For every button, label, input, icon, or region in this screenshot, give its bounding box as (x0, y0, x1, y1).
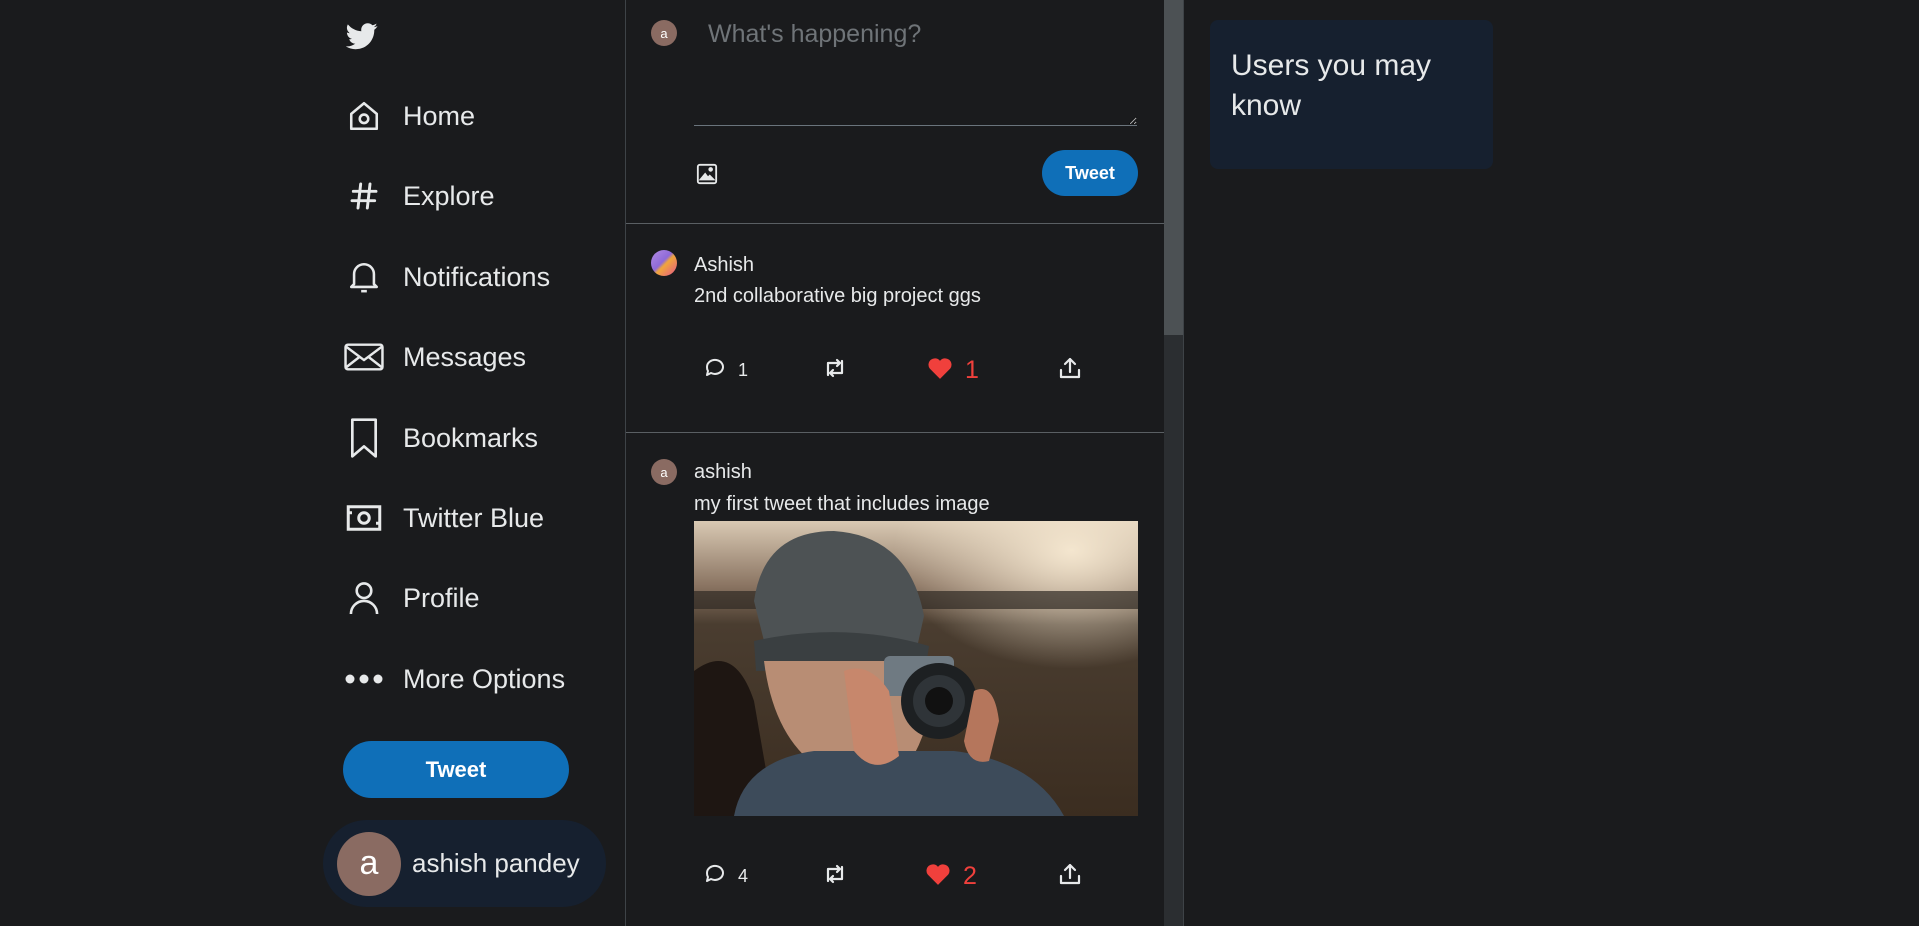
like-button[interactable]: 1 (927, 355, 979, 385)
avatar (651, 250, 677, 276)
share-button[interactable] (1058, 355, 1082, 385)
tweet-actions: 1 1 (694, 355, 1137, 385)
hashtag-icon (344, 176, 384, 216)
main-feed: a Tweet Ashish 2nd collaborative big pro… (625, 0, 1166, 926)
reply-button[interactable]: 1 (704, 355, 748, 385)
sidebar: Home Explore Notifications Messages Book… (320, 0, 620, 926)
share-button[interactable] (1058, 861, 1082, 891)
sidebar-item-twitter-blue[interactable]: Twitter Blue (344, 490, 544, 546)
compose-box: a Tweet (626, 0, 1165, 224)
retweet-button[interactable] (822, 355, 848, 385)
tweet[interactable]: Ashish 2nd collaborative big project ggs… (626, 224, 1165, 433)
avatar: a (337, 831, 401, 896)
avatar: a (651, 459, 677, 485)
tweet-author[interactable]: Ashish (694, 254, 754, 277)
sidebar-item-label: Profile (403, 582, 480, 613)
sidebar-item-home[interactable]: Home (344, 88, 475, 144)
compose-tweet-button[interactable]: Tweet (1042, 150, 1138, 196)
home-icon (344, 96, 384, 136)
share-icon (1058, 862, 1082, 891)
sidebar-item-label: More Options (403, 663, 566, 694)
reply-count: 1 (738, 359, 749, 380)
retweet-icon (822, 356, 848, 385)
twitter-bird-icon[interactable] (345, 20, 378, 52)
sidebar-item-label: Explore (403, 180, 495, 211)
feed-scrollbar[interactable] (1164, 0, 1184, 926)
sidebar-item-messages[interactable]: Messages (344, 329, 526, 385)
tweet[interactable]: a ashish my first tweet that includes im… (626, 433, 1165, 926)
tweet-actions: 4 2 (694, 861, 1137, 891)
sidebar-item-label: Messages (403, 341, 527, 372)
sidebar-item-label: Home (403, 100, 476, 131)
scrollbar-thumb[interactable] (1164, 0, 1184, 335)
comment-icon (704, 862, 728, 891)
tweet-text: 2nd collaborative big project ggs (694, 285, 981, 307)
sidebar-item-explore[interactable]: Explore (344, 168, 495, 224)
sidebar-item-label: Twitter Blue (403, 502, 545, 533)
sidebar-item-profile[interactable]: Profile (344, 570, 480, 626)
image-upload-icon[interactable] (694, 161, 720, 187)
reply-count: 4 (738, 865, 749, 886)
sidebar-item-more-options[interactable]: More Options (344, 651, 565, 707)
account-name: ashish pandey (412, 848, 580, 878)
like-count: 2 (963, 861, 977, 890)
account-switcher[interactable]: a ashish pandey (323, 820, 606, 907)
envelope-icon (344, 337, 384, 377)
users-you-may-know-panel: Users you may know (1210, 20, 1493, 169)
like-button[interactable]: 2 (925, 861, 977, 891)
panel-title: Users you may know (1231, 49, 1432, 122)
bookmark-icon (344, 418, 384, 458)
tweet-image[interactable] (694, 521, 1138, 816)
tweet-text: my first tweet that includes image (694, 493, 990, 515)
bell-icon (344, 257, 384, 297)
sidebar-item-notifications[interactable]: Notifications (344, 249, 550, 305)
sidebar-item-bookmarks[interactable]: Bookmarks (344, 410, 538, 466)
sidebar-item-label: Bookmarks (403, 422, 539, 453)
divider (1183, 0, 1184, 926)
compose-input[interactable] (694, 14, 1137, 126)
sidebar-tweet-button[interactable]: Tweet (343, 741, 569, 798)
more-dots-icon (344, 659, 384, 699)
reply-button[interactable]: 4 (704, 861, 748, 891)
retweet-icon (822, 862, 848, 891)
money-icon (344, 498, 384, 538)
user-icon (344, 578, 384, 618)
share-icon (1058, 356, 1082, 385)
like-count: 1 (965, 355, 979, 384)
comment-icon (704, 356, 728, 385)
retweet-button[interactable] (822, 861, 848, 891)
heart-icon (927, 356, 953, 385)
heart-icon (925, 862, 951, 891)
avatar: a (651, 20, 677, 46)
sidebar-item-label: Notifications (403, 261, 551, 292)
tweet-author[interactable]: ashish (694, 461, 752, 484)
